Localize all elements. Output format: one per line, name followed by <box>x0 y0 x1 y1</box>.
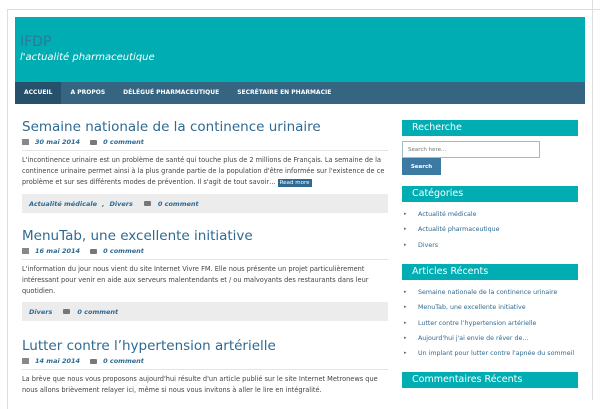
recent-post-item[interactable]: Un implant pour lutter contre l'apnée du… <box>402 346 578 361</box>
widget-recent-comments: Commentaires Récents <box>402 372 578 388</box>
post: MenuTab, une excellente initiative 16 ma… <box>22 228 388 321</box>
post-comments[interactable]: 0 comment <box>103 247 144 255</box>
site-title[interactable]: IFDP <box>20 34 51 50</box>
post-title[interactable]: MenuTab, une excellente initiative <box>22 228 388 244</box>
comment-icon <box>143 201 151 206</box>
search-input[interactable] <box>402 141 540 158</box>
post-title[interactable]: Semaine nationale de la continence urina… <box>22 119 388 135</box>
widget-title: Recherche <box>402 120 578 136</box>
widget-categories: Catégories Actualité médicale Actualité … <box>402 186 578 253</box>
widget-title: Catégories <box>402 186 578 202</box>
post-date[interactable]: 30 mai 2014 <box>35 138 80 146</box>
site-header: IFDP l'actualité pharmaceutique <box>15 17 585 82</box>
post-meta: 14 mai 2014 0 comment <box>22 357 388 370</box>
post-excerpt: La brève que nous vous proposons aujourd… <box>22 375 378 394</box>
post-meta: 30 mai 2014 0 comment <box>22 138 388 151</box>
recent-post-item[interactable]: MenuTab, une excellente initiative <box>402 300 578 315</box>
post-comments[interactable]: 0 comment <box>77 308 118 316</box>
post-title[interactable]: Lutter contre l’hypertension artérielle <box>22 338 388 354</box>
post-date[interactable]: 16 mai 2014 <box>35 247 80 255</box>
nav-a-propos[interactable]: A PROPOS <box>61 82 114 104</box>
page-border <box>592 0 593 400</box>
post-footer: Actualité médicale, Divers 0 comment <box>22 194 388 213</box>
nav-secretaire-pharmacie[interactable]: SECRÉTAIRE EN PHARMACIE <box>228 82 340 104</box>
calendar-icon <box>22 248 29 254</box>
post: Semaine nationale de la continence urina… <box>22 119 388 213</box>
post-comments[interactable]: 0 comment <box>103 138 144 146</box>
recent-post-item[interactable]: Aujourd'hui j'ai envie de rêver de… <box>402 331 578 346</box>
post: Lutter contre l’hypertension artérielle … <box>22 338 388 396</box>
category-link[interactable]: Actualité médicale <box>29 200 97 208</box>
site-tagline: l'actualité pharmaceutique <box>20 52 155 63</box>
comment-icon <box>90 139 98 145</box>
post-excerpt: L'incontinence urinaire est un problème … <box>22 155 388 189</box>
widget-search-title: Recherche <box>402 120 578 136</box>
widget-title: Articles Récents <box>402 264 578 280</box>
post-comments[interactable]: 0 comment <box>158 200 199 208</box>
comment-icon <box>63 309 71 314</box>
category-item[interactable]: Actualité médicale <box>402 207 578 222</box>
category-item[interactable]: Divers <box>402 238 578 253</box>
post-footer: Divers 0 comment <box>22 302 388 321</box>
main-nav: ACCUEIL A PROPOS DÉLÉGUÉ PHARMACEUTIQUE … <box>15 82 585 104</box>
nav-accueil[interactable]: ACCUEIL <box>15 82 62 104</box>
recent-post-item[interactable]: Lutter contre l’hypertension artérielle <box>402 316 578 331</box>
post-comments[interactable]: 0 comment <box>103 357 144 365</box>
comment-icon <box>90 358 98 364</box>
read-more-button[interactable]: Read more <box>277 179 312 187</box>
category-link[interactable]: Divers <box>29 308 52 316</box>
calendar-icon <box>22 139 29 145</box>
category-link[interactable]: Divers <box>109 200 132 208</box>
calendar-icon <box>22 358 29 364</box>
nav-delegue-pharmaceutique[interactable]: DÉLÉGUÉ PHARMACEUTIQUE <box>114 82 228 104</box>
comment-icon <box>90 248 98 254</box>
search-button[interactable]: Search <box>402 158 441 175</box>
post-excerpt: L'information du jour nous vient du site… <box>22 265 369 295</box>
widget-title: Commentaires Récents <box>402 372 578 388</box>
post-meta: 16 mai 2014 0 comment <box>22 247 388 260</box>
category-item[interactable]: Actualité pharmaceutique <box>402 222 578 237</box>
widget-recent-posts: Articles Récents Semaine nationale de la… <box>402 264 578 361</box>
recent-post-item[interactable]: Semaine nationale de la continence urina… <box>402 285 578 300</box>
category-separator: , <box>101 199 105 208</box>
excerpt-text: L'incontinence urinaire est un problème … <box>22 156 385 186</box>
post-date[interactable]: 14 mai 2014 <box>35 357 80 365</box>
